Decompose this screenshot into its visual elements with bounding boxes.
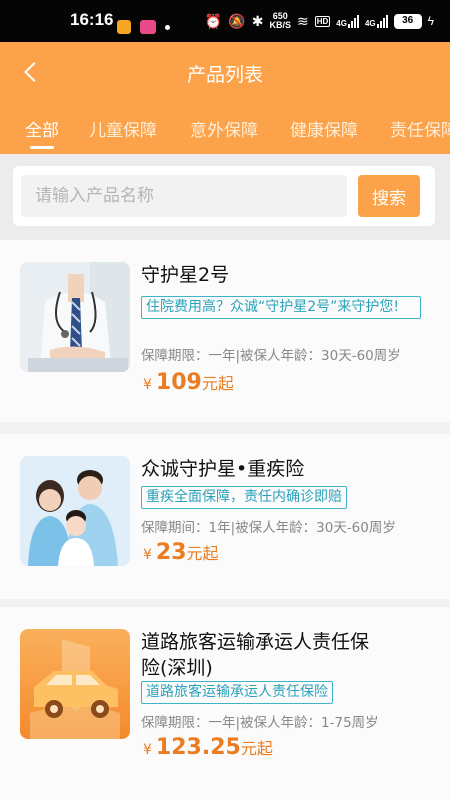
- signal-bars-icon: [376, 14, 388, 28]
- currency-symbol: ¥: [143, 547, 152, 563]
- mute-icon: 🔕: [228, 12, 246, 29]
- signal-2: 4G: [365, 14, 388, 28]
- product-image-doctor: [20, 262, 130, 372]
- notification-dot-icon: [165, 25, 170, 30]
- product-name: 守护星2号: [141, 264, 230, 286]
- tab-all[interactable]: 全部: [25, 116, 59, 141]
- wifi-icon: ≋: [297, 12, 309, 29]
- signal-1: 4G: [336, 14, 359, 28]
- net-speed: 650 KB/S: [269, 11, 291, 30]
- product-meta: 保障期限：一年|被保人年龄：30天-60周岁: [141, 348, 401, 364]
- signal-bars-icon: [347, 14, 359, 28]
- tab-liability[interactable]: 责任保障: [390, 116, 450, 141]
- app-notification-icon: [117, 20, 131, 34]
- product-image-family: [20, 456, 130, 566]
- tab-accident[interactable]: 意外保障: [190, 116, 258, 141]
- price-suffix: 元起: [186, 544, 219, 563]
- currency-symbol: ¥: [143, 742, 152, 758]
- app-notification-icon: [140, 20, 156, 34]
- currency-symbol: ¥: [143, 377, 152, 393]
- product-tag: 住院费用高？众诚“守护星2号”来守护您!: [141, 296, 421, 319]
- hd-icon: HD: [314, 15, 331, 27]
- product-meta: 保障期间：1年|被保人年龄：30天-60周岁: [141, 520, 396, 536]
- product-price: ¥23元起: [143, 540, 219, 565]
- price-suffix: 元起: [240, 739, 273, 758]
- product-card[interactable]: 守护星2号 住院费用高？众诚“守护星2号”来守护您! 保障期限：一年|被保人年龄…: [0, 240, 450, 422]
- app-header: 产品列表 全部 儿童保障 意外保障 健康保障 责任保障: [0, 42, 450, 154]
- product-card[interactable]: 众诚守护星•重疾险 重疾全面保障，责任内确诊即赔 保障期间：1年|被保人年龄：3…: [0, 434, 450, 599]
- product-price: ¥109元起: [143, 370, 234, 395]
- charging-icon: ϟ: [427, 14, 434, 28]
- page-title: 产品列表: [186, 64, 263, 86]
- search-input[interactable]: [21, 175, 347, 217]
- price-suffix: 元起: [201, 374, 234, 393]
- search-bar: 搜索: [13, 166, 435, 226]
- alarm-icon: ⏰: [204, 12, 223, 29]
- product-card[interactable]: 道路旅客运输承运人责任保险(深圳) 道路旅客运输承运人责任保险 保障期限：一年|…: [0, 607, 450, 800]
- status-bar: 16:16 ⏰ 🔕 ✱ 650 KB/S ≋ HD 4G 4G 36 ϟ: [0, 0, 450, 42]
- product-meta: 保障期限：一年|被保人年龄：1-75周岁: [141, 715, 379, 731]
- tab-children[interactable]: 儿童保障: [89, 116, 157, 141]
- bluetooth-icon: ✱: [251, 12, 264, 29]
- product-name: 道路旅客运输承运人责任保险(深圳): [141, 631, 370, 679]
- tab-health[interactable]: 健康保障: [290, 116, 358, 141]
- search-button[interactable]: 搜索: [358, 175, 420, 217]
- product-tag: 道路旅客运输承运人责任保险: [141, 681, 333, 704]
- active-tab-indicator: [30, 146, 54, 149]
- category-tabs: 全部 儿童保障 意外保障 健康保障 责任保障: [0, 112, 450, 154]
- product-price: ¥123.25元起: [143, 735, 273, 760]
- status-time: 16:16: [70, 10, 114, 29]
- price-value: 109: [155, 370, 202, 395]
- search-section: 搜索: [0, 154, 450, 240]
- price-value: 23: [155, 540, 187, 565]
- status-indicators: ⏰ 🔕 ✱ 650 KB/S ≋ HD 4G 4G 36 ϟ: [205, 12, 434, 30]
- product-name: 众诚守护星•重疾险: [141, 458, 305, 480]
- product-tag: 重疾全面保障，责任内确诊即赔: [141, 486, 347, 509]
- product-image-car: [20, 629, 130, 739]
- price-value: 123.25: [155, 735, 241, 760]
- battery-icon: 36: [393, 13, 422, 29]
